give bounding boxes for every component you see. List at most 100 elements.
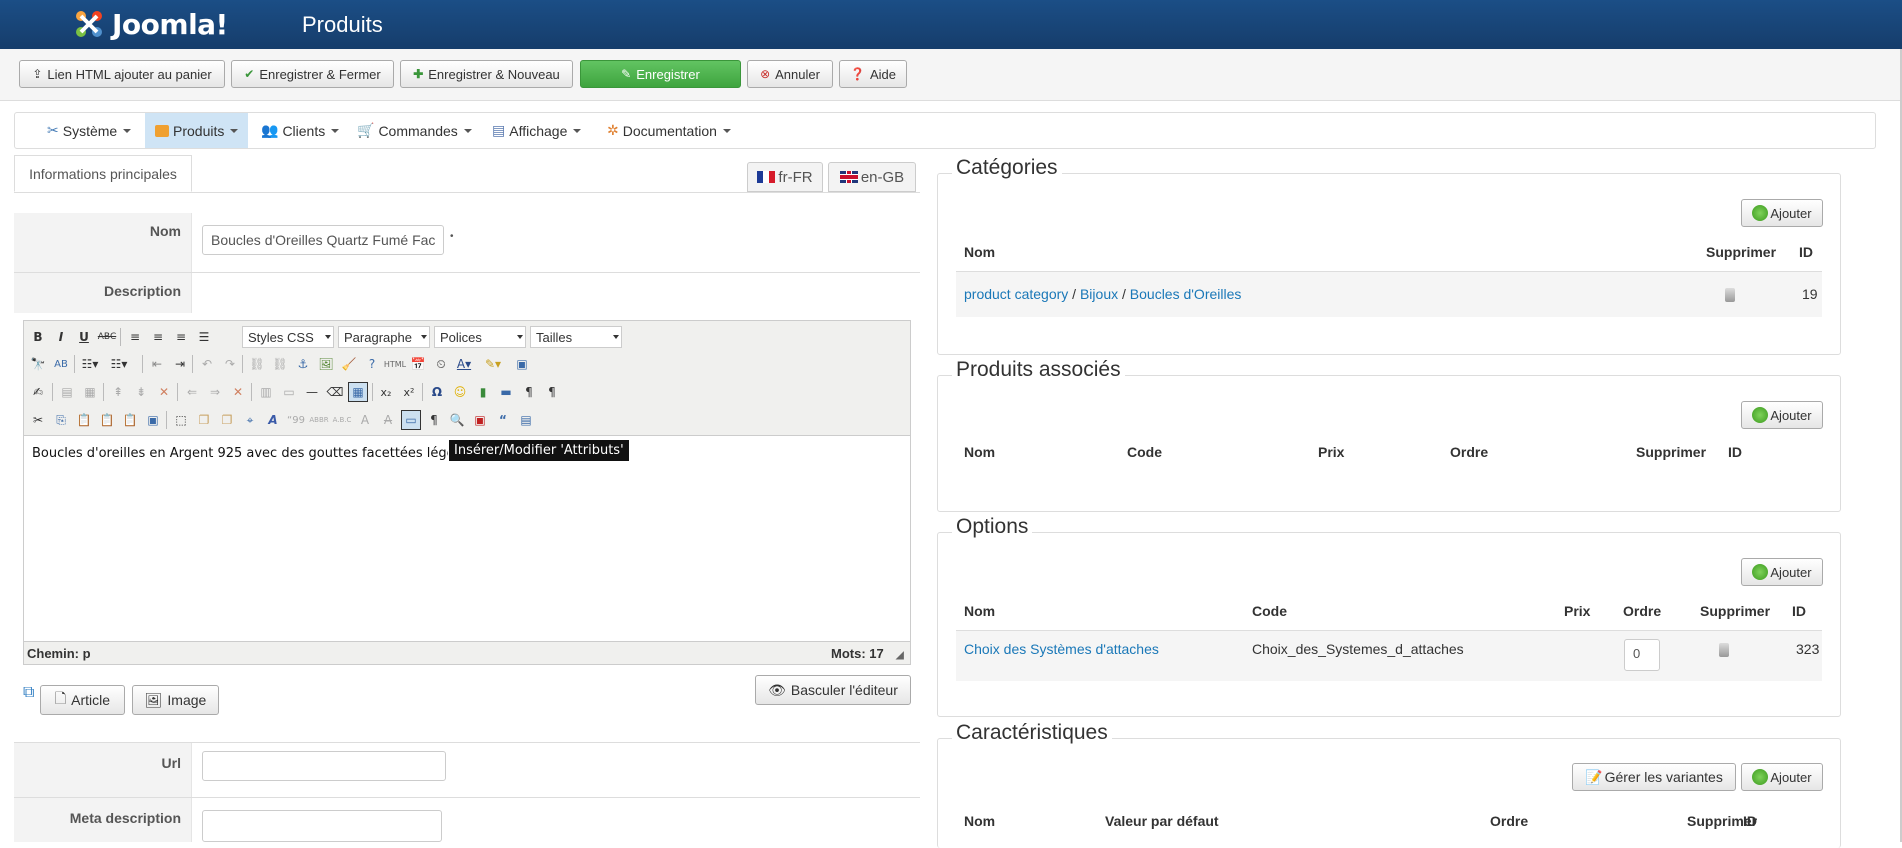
abbr-icon[interactable]: ABBR (309, 410, 329, 430)
attributes-icon[interactable]: ▭ (401, 410, 421, 430)
merge-cells-icon[interactable]: ▭ (279, 382, 299, 402)
insert-article-button[interactable]: 🗋 Article (40, 685, 125, 715)
resize-handle-icon[interactable]: ◢ (896, 650, 904, 661)
move-forward-icon[interactable]: ❐ (194, 410, 214, 430)
cleanup-icon[interactable]: 🧹 (339, 354, 359, 374)
align-right-icon[interactable]: ≡ (171, 327, 191, 347)
category-link[interactable]: Boucles d'Oreilles (1130, 286, 1242, 302)
add-category-button[interactable]: Ajouter (1741, 199, 1823, 227)
subscript-icon[interactable]: x₂ (376, 382, 396, 402)
manage-variants-button[interactable]: 📝 Gérer les variantes (1572, 763, 1736, 791)
redo-icon[interactable]: ↷ (220, 354, 240, 374)
align-justify-icon[interactable]: ☰ (194, 327, 214, 347)
copy-icon[interactable]: ⎘ (51, 410, 71, 430)
insert-row-after-icon[interactable]: ⇟ (131, 382, 151, 402)
highlight-color-icon[interactable]: ✎▾ (483, 354, 503, 374)
joomla-logo[interactable]: Joomla! (72, 4, 228, 44)
nonbreaking-icon[interactable]: ▬ (496, 382, 516, 402)
numbered-list-icon[interactable]: ☷▾ (109, 354, 129, 374)
insert-col-after-icon[interactable]: ⇒ (205, 382, 225, 402)
select-all-icon[interactable]: ▣ (143, 410, 163, 430)
move-backward-icon[interactable]: ❐ (217, 410, 237, 430)
category-link[interactable]: product category (964, 286, 1068, 302)
insert-time-icon[interactable]: ⏲ (431, 354, 451, 374)
menu-documentation[interactable]: ✲ Documentation (597, 113, 741, 148)
insert-image-button[interactable]: 🖼 Image (132, 685, 219, 715)
cell-props-icon[interactable]: ▦ (80, 382, 100, 402)
edit-css-icon[interactable]: ✍ (28, 382, 48, 402)
cancel-button[interactable]: ⊗ Annuler (747, 60, 833, 88)
unlink-icon[interactable]: ⛓ (270, 354, 290, 374)
save-close-button[interactable]: ✔ Enregistrer & Fermer (231, 60, 394, 88)
trash-icon[interactable] (1725, 288, 1735, 302)
style-props-icon[interactable]: A (263, 410, 283, 430)
cite-icon[interactable]: “99 (286, 410, 306, 430)
row-props-icon[interactable]: ▤ (57, 382, 77, 402)
text-color-icon[interactable]: A▾ (454, 354, 474, 374)
split-cells-icon[interactable]: ▥ (256, 382, 276, 402)
fonts-select[interactable]: Polices (434, 326, 526, 348)
link-icon[interactable]: ⛓ (247, 354, 267, 374)
save-new-button[interactable]: ✚ Enregistrer & Nouveau (400, 60, 573, 88)
underline-icon[interactable]: U (74, 327, 94, 347)
strikethrough-icon[interactable]: ABC (97, 327, 117, 347)
visual-chars-icon[interactable]: ¶ (424, 410, 444, 430)
outdent-icon[interactable]: ⇤ (147, 354, 167, 374)
menu-clients[interactable]: 👥 Clients (251, 113, 349, 148)
help-button[interactable]: ❓ Aide (839, 60, 907, 88)
indent-icon[interactable]: ⇥ (170, 354, 190, 374)
toggle-editor-button[interactable]: 👁 Basculer l'éditeur (755, 675, 911, 705)
menu-system[interactable]: ✂ Système (37, 113, 141, 148)
delete-row-icon[interactable]: ✕ (154, 382, 174, 402)
menu-orders[interactable]: 🛒 Commandes (347, 113, 482, 148)
media-icon[interactable]: ▮ (473, 382, 493, 402)
find-icon[interactable]: 🔭 (28, 354, 48, 374)
sizes-select[interactable]: Tailles (530, 326, 622, 348)
ltr-icon[interactable]: ¶ (519, 382, 539, 402)
category-link[interactable]: Bijoux (1080, 286, 1118, 302)
paste-text-icon[interactable]: 📋 (97, 410, 117, 430)
lang-fr-button[interactable]: fr-FR (747, 162, 823, 192)
align-center-icon[interactable]: ≡ (148, 327, 168, 347)
add-to-cart-link-button[interactable]: ⇪ Lien HTML ajouter au panier (19, 60, 225, 88)
bullet-list-icon[interactable]: ☷▾ (80, 354, 100, 374)
undo-icon[interactable]: ↶ (197, 354, 217, 374)
order-input[interactable]: 0 (1624, 639, 1660, 671)
trash-icon[interactable] (1719, 643, 1729, 657)
paste-icon[interactable]: 📋 (74, 410, 94, 430)
insert-col-before-icon[interactable]: ⇐ (182, 382, 202, 402)
lang-en-button[interactable]: en-GB (828, 162, 916, 192)
insert-date-icon[interactable]: 📅 (408, 354, 428, 374)
del-icon[interactable]: A (355, 410, 375, 430)
remove-format-icon[interactable]: ⌫ (325, 382, 345, 402)
align-left-icon[interactable]: ≡ (125, 327, 145, 347)
option-link[interactable]: Choix des Systèmes d'attaches (964, 641, 1159, 657)
add-associated-button[interactable]: Ajouter (1741, 401, 1823, 429)
superscript-icon[interactable]: x² (399, 382, 419, 402)
ins-icon[interactable]: A (378, 410, 398, 430)
replace-icon[interactable]: AB (51, 354, 71, 374)
html-source-icon[interactable]: HTML (384, 354, 406, 374)
bold-icon[interactable]: B (28, 327, 48, 347)
template-insert-icon[interactable]: ▤ (516, 410, 536, 430)
paste-word-icon[interactable]: 📋 (120, 410, 140, 430)
rtl-icon[interactable]: ¶ (542, 382, 562, 402)
template-icon[interactable]: ▣ (470, 410, 490, 430)
absolute-icon[interactable]: ⌖ (240, 410, 260, 430)
blockquote-icon[interactable]: “ (493, 410, 513, 430)
special-char-icon[interactable]: Ω (427, 382, 447, 402)
url-input[interactable] (202, 751, 446, 781)
insert-layer-icon[interactable]: ⬚ (171, 410, 191, 430)
emoticon-icon[interactable]: ☺ (450, 382, 470, 402)
fullscreen-icon[interactable]: ▣ (512, 354, 532, 374)
meta-input[interactable] (202, 810, 442, 842)
add-characteristic-button[interactable]: Ajouter (1741, 763, 1823, 791)
insert-row-before-icon[interactable]: ⇞ (108, 382, 128, 402)
help-icon[interactable]: ? (362, 354, 382, 374)
cut-icon[interactable]: ✂ (28, 410, 48, 430)
save-button[interactable]: ✎ Enregistrer (580, 60, 741, 88)
acronym-icon[interactable]: A.B.C (332, 410, 352, 430)
add-option-button[interactable]: Ajouter (1741, 558, 1823, 586)
editor-content[interactable]: Boucles d'oreilles en Argent 925 avec de… (24, 436, 910, 641)
format-select[interactable]: Paragraphe (338, 326, 430, 348)
